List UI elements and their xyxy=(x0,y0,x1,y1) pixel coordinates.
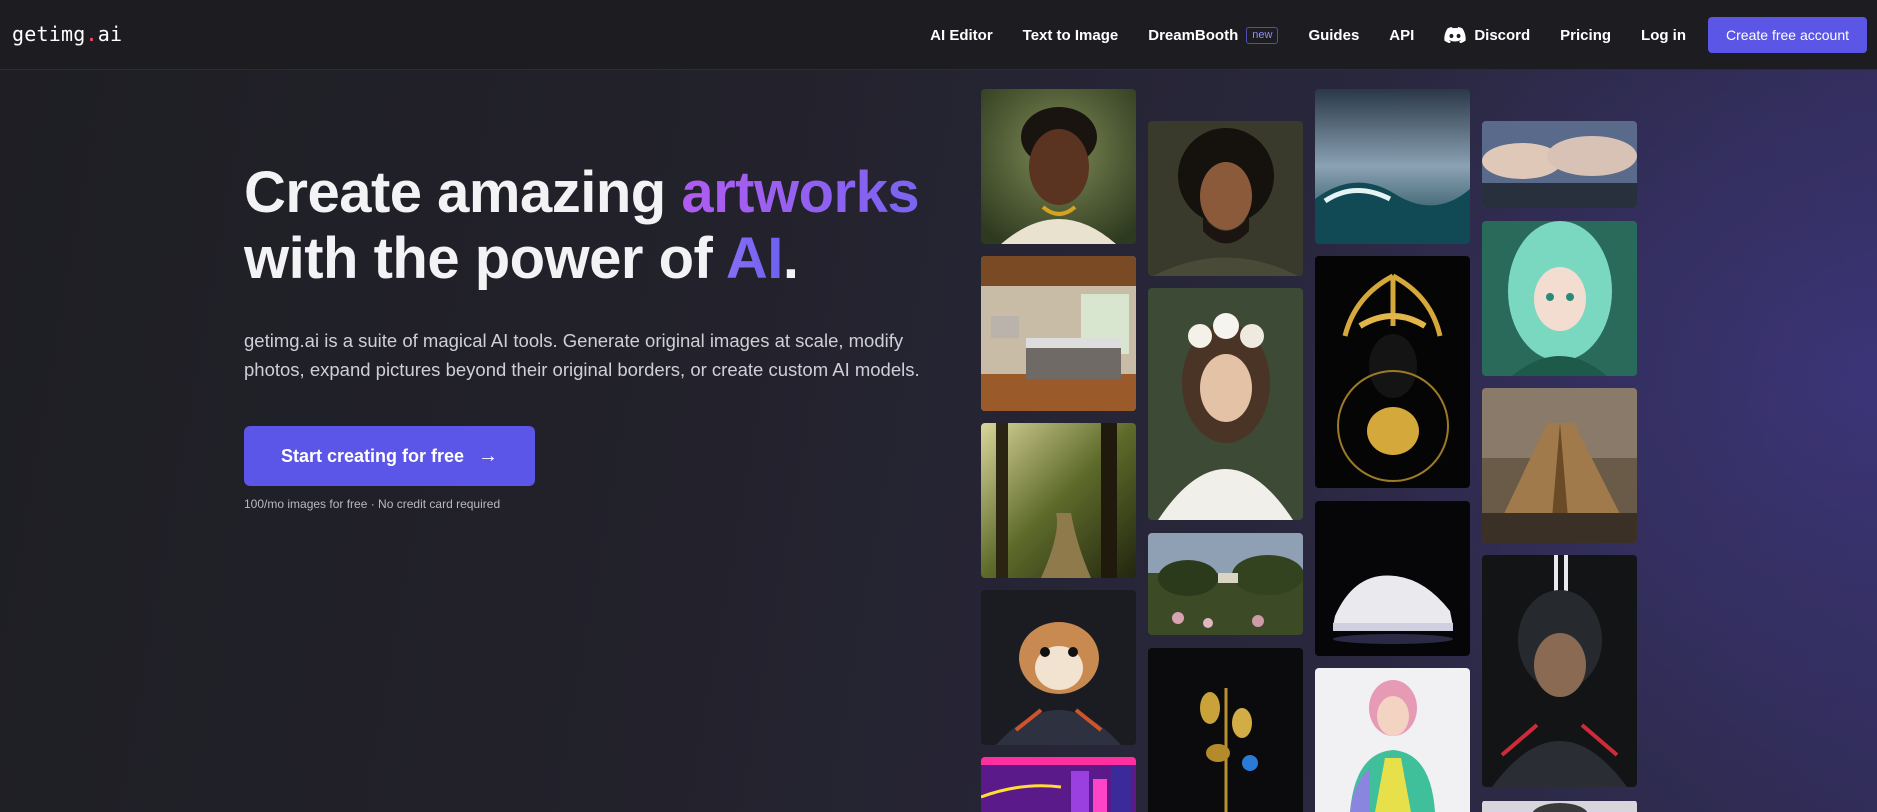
hero-section: Create amazing artworks with the power o… xyxy=(244,160,964,511)
nav-api[interactable]: API xyxy=(1389,27,1414,44)
create-free-account-button[interactable]: Create free account xyxy=(1708,17,1867,53)
logo-dot: . xyxy=(85,22,98,46)
nav-discord-label: Discord xyxy=(1474,26,1531,44)
bearded-warrior-image xyxy=(1148,121,1303,276)
bedroom-interior-image xyxy=(981,256,1136,411)
portrait-smiling-man-image xyxy=(981,89,1136,244)
hero-title-period: . xyxy=(782,226,799,291)
hero-title-text: Create amazing xyxy=(244,160,682,225)
nav-dreambooth-label: DreamBooth xyxy=(1148,26,1239,44)
nav-pricing[interactable]: Pricing xyxy=(1560,27,1611,44)
nav-discord[interactable]: Discord xyxy=(1444,27,1530,44)
hero-title: Create amazing artworks with the power o… xyxy=(244,160,964,292)
logo-text-suffix: ai xyxy=(97,22,123,46)
discord-icon xyxy=(1444,27,1466,43)
arrow-right-icon: → xyxy=(478,444,499,467)
neon-city-image xyxy=(981,757,1136,812)
hero-title-highlight: artworks xyxy=(681,160,920,225)
hero-title-highlight-ai: AI xyxy=(725,226,784,291)
nav-login[interactable]: Log in xyxy=(1641,27,1686,44)
logo[interactable]: getimg.ai xyxy=(12,22,122,46)
sky-clouds-image xyxy=(1482,121,1637,208)
new-badge: new xyxy=(1246,26,1279,44)
golden-mask-figure-image xyxy=(1315,256,1470,488)
white-sneaker-image xyxy=(1315,501,1470,656)
hero-title-text-line2: with the power of xyxy=(244,226,726,291)
pink-hair-girl-image xyxy=(1315,668,1470,812)
flower-crown-woman-image xyxy=(1148,288,1303,520)
golden-flowers-image xyxy=(1148,648,1303,812)
logo-text: getimg xyxy=(12,22,86,46)
nav-ai-editor[interactable]: AI Editor xyxy=(930,27,993,44)
nav-guides[interactable]: Guides xyxy=(1308,27,1359,44)
nav-dreambooth[interactable]: DreamBooth new xyxy=(1148,26,1279,44)
anime-girl-image xyxy=(1482,221,1637,376)
top-nav-bar: getimg.ai AI Editor Text to Image DreamB… xyxy=(0,0,1877,70)
ocean-storm-image xyxy=(1315,89,1470,244)
nav-links: AI Editor Text to Image DreamBooth new G… xyxy=(900,17,1867,53)
nav-text-to-image[interactable]: Text to Image xyxy=(1023,27,1119,44)
cyber-warrior-image xyxy=(1482,555,1637,787)
hero-description: getimg.ai is a suite of magical AI tools… xyxy=(244,330,920,380)
pyramid-image xyxy=(1482,388,1637,543)
partial-portrait-image xyxy=(1482,800,1637,812)
garden-landscape-image xyxy=(1148,533,1303,635)
astronaut-hamster-image xyxy=(981,590,1136,745)
sunlit-forest-image xyxy=(981,423,1136,578)
free-note: 100/mo images for free · No credit card … xyxy=(244,497,501,511)
start-creating-label: Start creating for free xyxy=(280,445,465,466)
start-creating-button[interactable]: Start creating for free → xyxy=(244,426,535,486)
